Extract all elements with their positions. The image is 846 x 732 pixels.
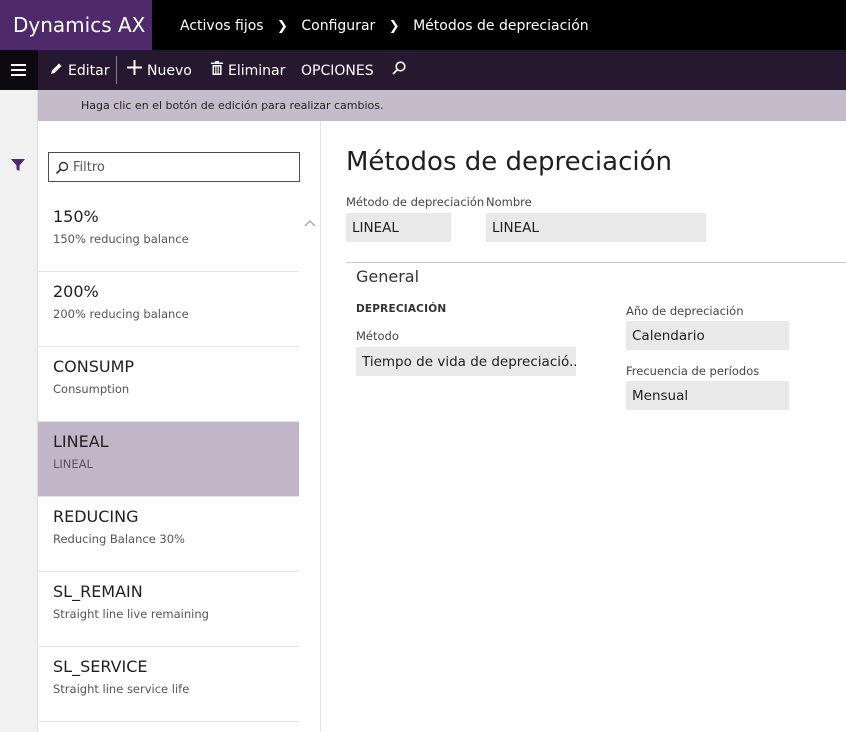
breadcrumb-item-activos-fijos[interactable]: Activos fijos — [180, 18, 264, 34]
method-list: 150% 150% reducing balance 200% 200% red… — [38, 197, 299, 722]
list-item-selected[interactable]: LINEAL LINEAL — [38, 422, 299, 497]
left-rail — [0, 90, 38, 732]
add-icon — [127, 50, 142, 92]
search-button[interactable] — [392, 50, 406, 90]
breadcrumb-item-configurar[interactable]: Configurar — [301, 18, 375, 34]
list-item[interactable]: REDUCING Reducing Balance 30% — [38, 497, 299, 572]
edit-button[interactable]: Editar — [50, 50, 109, 90]
method-code-label: Método de depreciación — [346, 195, 485, 209]
list-item-description: 200% reducing balance — [53, 307, 189, 321]
search-icon — [392, 61, 406, 79]
list-item-description: Consumption — [53, 382, 130, 396]
list-item[interactable]: CONSUMP Consumption — [38, 347, 299, 422]
list-item-code: 200% — [53, 282, 99, 301]
name-label: Nombre — [486, 195, 532, 209]
depreciation-subheading: DEPRECIACIÓN — [356, 303, 447, 315]
list-item-code: SL_REMAIN — [53, 582, 143, 601]
breadcrumb: Activos fijos ❯ Configurar ❯ Métodos de … — [180, 0, 589, 50]
filter-icon[interactable] — [10, 157, 26, 173]
search-icon — [55, 160, 69, 175]
new-button[interactable]: Nuevo — [127, 50, 192, 90]
metodo-field[interactable]: Tiempo de vida de depreciació... — [356, 347, 576, 376]
list-pane: 150% 150% reducing balance 200% 200% red… — [38, 121, 321, 732]
list-item[interactable]: SL_REMAIN Straight line live remaining — [38, 572, 299, 647]
list-item[interactable]: SL_SERVICE Straight line service life — [38, 647, 299, 722]
app-brand[interactable]: Dynamics AX — [0, 0, 152, 50]
list-item-code: LINEAL — [53, 432, 109, 451]
section-divider — [346, 262, 846, 263]
period-frequency-label: Frecuencia de períodos — [626, 364, 760, 378]
delete-icon — [211, 50, 223, 92]
method-code-field[interactable]: LINEAL — [346, 213, 451, 242]
list-item-description: LINEAL — [53, 457, 93, 471]
list-item-description: Straight line live remaining — [53, 607, 209, 621]
period-frequency-field[interactable]: Mensual — [626, 381, 789, 410]
delete-label: Eliminar — [228, 63, 286, 79]
list-item-description: 150% reducing balance — [53, 232, 189, 246]
list-item-code: CONSUMP — [53, 357, 135, 376]
list-item[interactable]: 200% 200% reducing balance — [38, 272, 299, 347]
list-item-description: Reducing Balance 30% — [53, 532, 185, 546]
name-field[interactable]: LINEAL — [486, 213, 706, 242]
depreciation-year-field[interactable]: Calendario — [626, 321, 789, 350]
list-item-code: SL_SERVICE — [53, 657, 148, 676]
page-title: Métodos de depreciación — [346, 147, 672, 177]
list-item-code: 150% — [53, 207, 99, 226]
info-message-bar: Haga clic en el botón de edición para re… — [38, 90, 846, 121]
depreciation-year-label: Año de depreciación — [626, 304, 744, 318]
edit-icon — [50, 50, 63, 92]
list-item-code: REDUCING — [53, 507, 139, 526]
options-button[interactable]: OPCIONES — [301, 50, 374, 90]
chevron-right-icon: ❯ — [388, 19, 400, 34]
filter-field[interactable] — [48, 152, 300, 182]
action-bar: Editar Nuevo Eliminar OPCIONES — [0, 50, 846, 90]
metodo-label: Método — [356, 329, 399, 343]
general-section-header[interactable]: General — [356, 267, 419, 286]
list-item-description: Straight line service life — [53, 682, 190, 696]
filter-input[interactable] — [73, 157, 293, 177]
chevron-up-icon[interactable] — [304, 213, 316, 227]
new-label: Nuevo — [147, 63, 192, 79]
list-item[interactable]: 150% 150% reducing balance — [38, 197, 299, 272]
delete-button[interactable]: Eliminar — [211, 50, 285, 90]
chevron-right-icon: ❯ — [277, 19, 288, 34]
toolbar-divider — [116, 56, 117, 84]
breadcrumb-item-current: Métodos de depreciación — [413, 18, 589, 34]
menu-icon[interactable] — [0, 50, 38, 90]
top-bar: Dynamics AX Activos fijos ❯ Configurar ❯… — [0, 0, 846, 50]
detail-pane: Métodos de depreciación Método de deprec… — [321, 121, 846, 732]
edit-label: Editar — [68, 63, 110, 79]
